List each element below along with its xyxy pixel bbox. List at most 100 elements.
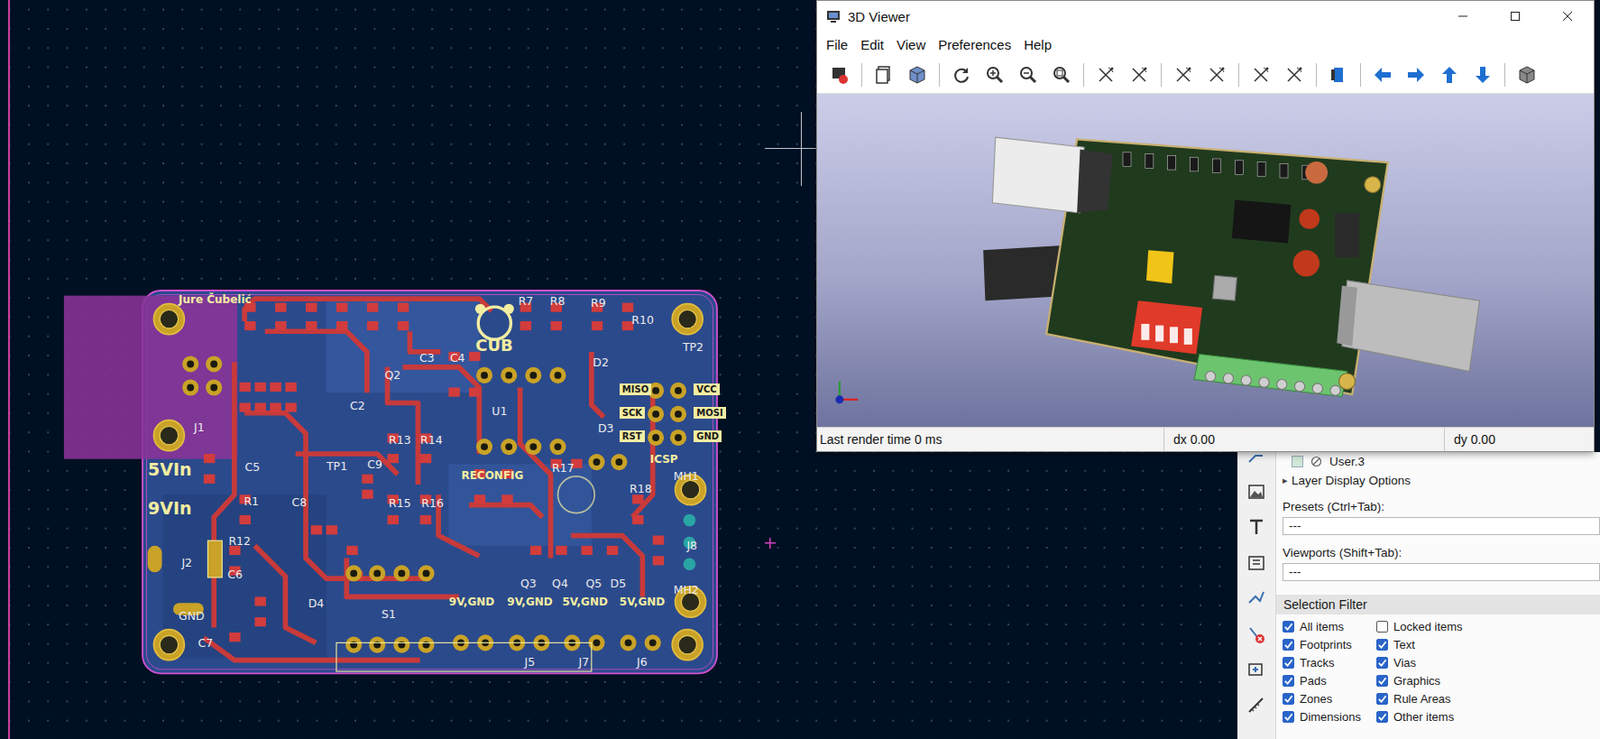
filter-checkbox[interactable]: Footprints: [1282, 634, 1377, 653]
filter-checkbox[interactable]: Tracks: [1282, 652, 1377, 672]
board-label: C2: [349, 399, 366, 413]
board-label: 5V,GND: [619, 596, 666, 608]
board-label: J8: [686, 539, 698, 552]
text-icon: [1246, 516, 1267, 537]
checkmark-icon: [1283, 693, 1294, 704]
grid-origin-marker: [764, 537, 776, 549]
zoomfit-icon: [1051, 64, 1072, 85]
left-button[interactable]: [1367, 60, 1398, 90]
render-button[interactable]: [824, 60, 856, 90]
board-label: C7: [197, 636, 213, 650]
down-button[interactable]: [1467, 60, 1499, 90]
hidden-eye-icon[interactable]: [1310, 455, 1323, 468]
toolbar-separator: [861, 63, 863, 87]
menu-item[interactable]: View: [891, 35, 931, 55]
checkbox[interactable]: [1376, 710, 1389, 723]
filter-checkbox[interactable]: Zones: [1282, 689, 1377, 708]
board-label: R8: [550, 294, 566, 308]
measure-tool-button[interactable]: [1240, 689, 1273, 722]
zoomfit-button[interactable]: [1046, 60, 1077, 90]
render-icon: [829, 64, 850, 85]
board-label: CUB: [475, 336, 514, 355]
board-label: R18: [629, 482, 653, 496]
layer-color-swatch[interactable]: [1291, 455, 1304, 468]
checkmark-icon: [1377, 675, 1388, 686]
filter-checkbox[interactable]: Other items: [1376, 707, 1600, 726]
right-button[interactable]: [1400, 60, 1432, 90]
filter-checkbox[interactable]: Graphics: [1376, 671, 1600, 690]
layer-row[interactable]: User.3: [1282, 451, 1600, 470]
checkbox[interactable]: [1376, 620, 1389, 633]
checkbox[interactable]: [1376, 656, 1389, 669]
zoomin-button[interactable]: [979, 60, 1011, 90]
ortho-button[interactable]: [1511, 60, 1543, 90]
filter-checkbox[interactable]: Text: [1376, 634, 1600, 653]
rotz-icon: [1250, 64, 1271, 85]
close-button[interactable]: [1541, 0, 1594, 32]
menu-item[interactable]: Preferences: [932, 35, 1017, 55]
cube-icon: [907, 64, 928, 85]
up-icon: [1439, 64, 1460, 85]
minimize-button[interactable]: [1436, 0, 1490, 32]
text-tool-button[interactable]: [1240, 510, 1273, 543]
filter-checkbox[interactable]: Vias: [1376, 652, 1600, 672]
image-tool-button[interactable]: [1240, 475, 1273, 508]
filter-checkbox[interactable]: Rule Areas: [1376, 689, 1600, 708]
tool-strip: [1237, 451, 1277, 739]
textbox-icon: [1246, 552, 1267, 573]
title-bar[interactable]: 3D Viewer: [817, 0, 1594, 32]
menu-item[interactable]: File: [820, 35, 854, 55]
cursor-crosshair: [800, 111, 802, 186]
layer-display-options[interactable]: ▸ Layer Display Options: [1282, 470, 1600, 489]
textbox-tool-button[interactable]: [1240, 546, 1273, 580]
board-label: SCK: [619, 406, 645, 419]
checkbox[interactable]: [1376, 674, 1389, 687]
zoomout-icon: [1018, 64, 1039, 85]
filter-checkbox[interactable]: All items: [1282, 616, 1377, 635]
rotz2-button[interactable]: [1278, 60, 1310, 90]
board-label: J7: [578, 655, 589, 669]
checkbox[interactable]: [1282, 710, 1295, 723]
checkbox[interactable]: [1282, 620, 1295, 633]
maximize-button[interactable]: [1489, 0, 1542, 32]
viewports-dropdown[interactable]: ---: [1282, 562, 1600, 581]
zoomout-button[interactable]: [1012, 60, 1044, 90]
board-label: D4: [308, 597, 325, 610]
cube-button[interactable]: [901, 60, 933, 90]
rotx2-button[interactable]: [1123, 60, 1155, 90]
board-label: ICSP: [650, 453, 679, 466]
up-button[interactable]: [1434, 60, 1465, 90]
copy-button[interactable]: [868, 60, 900, 90]
checkbox[interactable]: [1282, 674, 1295, 687]
window-title: 3D Viewer: [847, 9, 911, 25]
rotx-button[interactable]: [1090, 60, 1122, 90]
board-label: 9V,GND: [449, 596, 496, 608]
toolbar-separator: [1360, 63, 1361, 87]
route-tool-button[interactable]: [1240, 451, 1273, 472]
checkbox[interactable]: [1282, 638, 1295, 651]
board-label: MH1: [673, 469, 699, 483]
roty-button[interactable]: [1167, 60, 1199, 90]
rotz-button[interactable]: [1245, 60, 1277, 90]
filter-checkbox[interactable]: Dimensions: [1282, 707, 1377, 726]
3d-view-canvas[interactable]: [817, 93, 1594, 427]
presets-dropdown[interactable]: ---: [1282, 516, 1600, 535]
j1-courtyard: [64, 295, 238, 460]
menu-item[interactable]: Edit: [855, 35, 890, 55]
checkbox[interactable]: [1376, 638, 1389, 651]
menu-item[interactable]: Help: [1018, 35, 1058, 55]
roty2-button[interactable]: [1201, 60, 1233, 90]
tune-tool-button[interactable]: [1240, 581, 1273, 615]
filter-checkbox[interactable]: Locked items: [1376, 616, 1600, 635]
filter-checkbox[interactable]: Pads: [1282, 671, 1377, 690]
place-tool-button[interactable]: [1240, 652, 1273, 686]
board-label: C5: [244, 460, 260, 474]
refresh-button[interactable]: [946, 60, 977, 90]
checkbox[interactable]: [1282, 656, 1295, 669]
checkbox[interactable]: [1376, 692, 1389, 705]
3d-viewer-window[interactable]: 3D Viewer FileEditViewPreferencesHelp La…: [816, 0, 1595, 452]
flip-button[interactable]: [1323, 60, 1354, 90]
checkbox[interactable]: [1282, 692, 1295, 705]
pcb-board[interactable]: Jure ČubelićCUB5VIn9VInJ1J2C5R1C8R12C6C7…: [142, 290, 718, 673]
delete-tool-button[interactable]: [1240, 617, 1273, 651]
